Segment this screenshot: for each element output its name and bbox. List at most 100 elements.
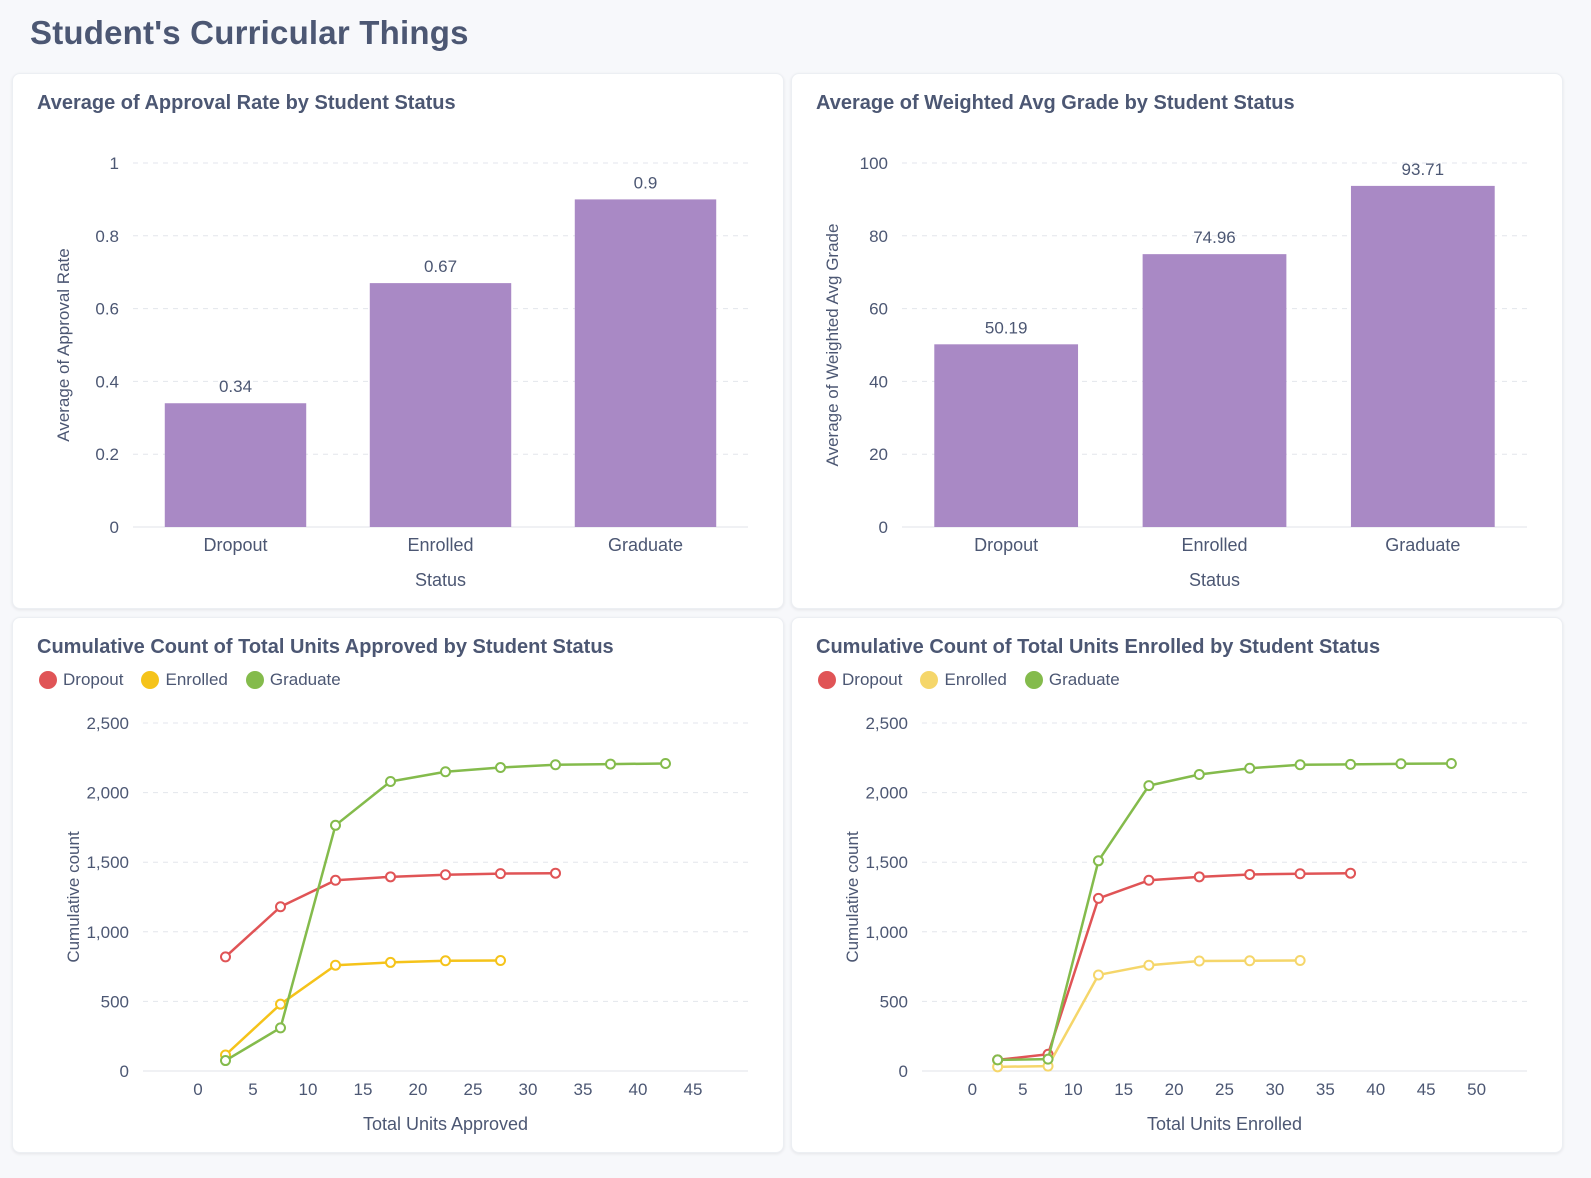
units-enrolled-card: Cumulative Count of Total Units Enrolled… [791,617,1563,1153]
y-axis-label: Average of Approval Rate [54,248,73,441]
x-tick-label: 15 [354,1080,373,1099]
x-tick-label: 15 [1114,1080,1133,1099]
y-tick-label: 60 [869,300,888,319]
y-tick-label: 2,000 [86,784,129,803]
x-tick-label: 10 [299,1080,318,1099]
approval-rate-card: Average of Approval Rate by Student Stat… [12,73,784,609]
bar-dropout[interactable] [934,344,1079,527]
point-dropout[interactable] [385,871,396,883]
bar-value-label: 0.9 [634,173,658,192]
point-dropout[interactable] [550,867,561,879]
point-dropout[interactable] [1294,868,1306,880]
x-tick-label: 40 [1366,1080,1385,1099]
point-graduate[interactable] [220,1055,231,1067]
weighted-grade-chart: 0 20 40 60 80 100 Average of Weighted Avg Grad… [823,154,1527,590]
y-tick-label: 20 [869,445,888,464]
point-dropout[interactable] [440,869,451,881]
approval-rate-chart: 0 0.2 0.4 0.6 0.8 1 Average of Approval Rate 0.… [54,154,748,590]
x-tick-label: Enrolled [407,535,473,555]
point-graduate[interactable] [275,1022,286,1034]
point-enrolled[interactable] [1244,955,1256,967]
line-enrolled[interactable] [224,959,501,1056]
x-tick-label: 35 [1316,1080,1335,1099]
x-tick-label: Graduate [608,535,683,555]
point-graduate[interactable] [550,759,561,771]
point-dropout[interactable] [1092,892,1104,904]
point-enrolled[interactable] [1193,955,1205,967]
y-tick-label: 0.6 [95,300,119,319]
point-dropout[interactable] [1244,868,1256,880]
point-enrolled[interactable] [440,955,451,967]
y-tick-label: 1 [110,154,119,173]
y-tick-label: 1,000 [865,923,908,942]
point-graduate[interactable] [992,1054,1004,1066]
y-tick-label: 0 [879,518,888,537]
point-graduate[interactable] [330,819,341,831]
bar-graduate[interactable] [1350,185,1495,527]
units-approved-chart: 0 500 1,000 1,500 2,000 2,500 Cumulative count… [64,714,748,1134]
x-tick-label: Enrolled [1181,535,1247,555]
x-tick-label: 35 [574,1080,593,1099]
line-graduate[interactable] [997,762,1452,1062]
point-dropout[interactable] [1193,871,1205,883]
point-graduate[interactable] [440,766,451,778]
point-graduate[interactable] [1244,762,1256,774]
x-tick-label: 0 [968,1080,977,1099]
bar-enrolled[interactable] [369,283,512,527]
bar-dropout[interactable] [164,403,307,527]
bar-enrolled[interactable] [1142,254,1287,527]
y-tick-label: 2,000 [865,784,908,803]
point-graduate[interactable] [1445,758,1457,770]
point-dropout[interactable] [220,951,231,963]
page-title: Student's Curricular Things [30,14,469,51]
point-graduate[interactable] [495,762,506,774]
point-dropout[interactable] [330,874,341,886]
point-dropout[interactable] [275,901,286,913]
line-dropout[interactable] [224,871,556,958]
point-graduate[interactable] [1395,758,1407,770]
x-tick-label: 5 [1018,1080,1027,1099]
point-enrolled[interactable] [330,959,341,971]
point-enrolled[interactable] [1294,954,1306,966]
line-dropout[interactable] [997,871,1351,1062]
y-tick-label: 0 [110,518,119,537]
point-dropout[interactable] [1143,874,1155,886]
units-enrolled-chart: 05001,0001,5002,0002,500Cumulative count… [843,714,1527,1134]
line-enrolled[interactable] [997,959,1301,1069]
y-tick-label: 500 [880,992,908,1011]
y-tick-label: 2,500 [86,714,129,733]
point-enrolled[interactable] [385,956,396,968]
point-graduate[interactable] [1143,780,1155,792]
point-graduate[interactable] [605,758,616,770]
x-tick-label: 0 [193,1080,202,1099]
point-graduate[interactable] [1345,758,1357,770]
point-enrolled[interactable] [275,998,286,1010]
x-tick-label: Graduate [1385,535,1460,555]
point-enrolled[interactable] [1143,959,1155,971]
y-tick-label: 0.4 [95,372,119,391]
y-tick-label: 1,500 [86,853,129,872]
x-tick-label: 20 [1165,1080,1184,1099]
y-axis-label: Cumulative count [843,831,862,963]
bar-graduate[interactable] [574,199,717,527]
bar-value-label: 0.67 [424,257,457,276]
point-graduate[interactable] [660,758,671,770]
x-tick-label: 25 [1215,1080,1234,1099]
point-graduate[interactable] [385,775,396,787]
point-graduate[interactable] [1193,769,1205,781]
y-axis-label: Average of Weighted Avg Grade [823,224,842,467]
point-graduate[interactable] [1092,855,1104,867]
y-tick-label: 0.2 [95,445,119,464]
point-enrolled[interactable] [495,954,506,966]
point-enrolled[interactable] [1092,969,1104,981]
line-graduate[interactable] [224,762,666,1062]
x-axis-label: Status [415,570,466,590]
point-graduate[interactable] [1294,759,1306,771]
x-axis-label: Status [1189,570,1240,590]
point-dropout[interactable] [495,868,506,880]
point-graduate[interactable] [1042,1053,1054,1065]
x-tick-label: Dropout [974,535,1038,555]
point-dropout[interactable] [1345,867,1357,879]
x-tick-label: Dropout [203,535,267,555]
y-tick-label: 0 [899,1062,908,1081]
